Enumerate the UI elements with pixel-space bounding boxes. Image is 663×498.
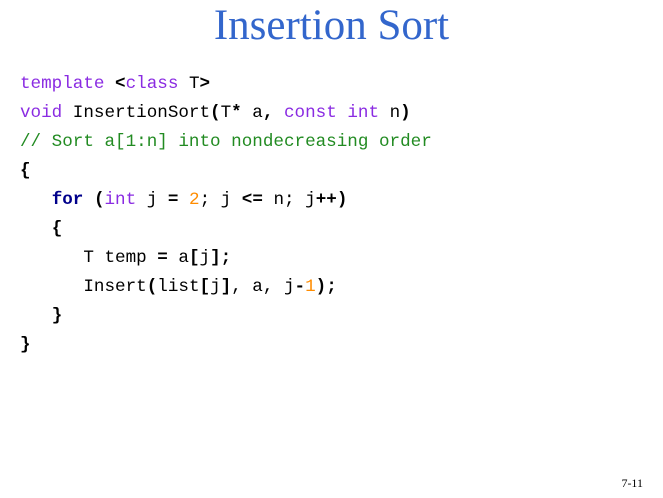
code-token: , a, j bbox=[231, 277, 295, 297]
code-token: = bbox=[167, 190, 179, 210]
code-token: j bbox=[210, 277, 221, 297]
code-token: , bbox=[262, 103, 274, 123]
code-token: a bbox=[241, 103, 263, 123]
code-token: Insert bbox=[20, 277, 147, 297]
code-token: InsertionSort bbox=[62, 103, 211, 123]
code-token: n; j bbox=[262, 190, 316, 210]
code-token: 1 bbox=[305, 277, 316, 297]
code-token: } bbox=[20, 335, 31, 355]
code-token: > bbox=[199, 74, 211, 94]
code-token: j bbox=[199, 248, 211, 268]
code-token: = bbox=[157, 248, 168, 268]
code-line: template <class T> bbox=[20, 70, 650, 99]
code-token: ( bbox=[210, 103, 221, 123]
code-token: - bbox=[294, 277, 306, 297]
code-token: <= bbox=[241, 190, 263, 210]
code-token: template bbox=[20, 74, 116, 94]
code-line: { bbox=[20, 157, 650, 186]
code-token: T bbox=[220, 103, 232, 123]
slide-title: Insertion Sort bbox=[213, 2, 450, 49]
code-line: void InsertionSort(T* a, const int n) bbox=[20, 99, 650, 128]
code-block: template <class T> void InsertionSort(T* … bbox=[20, 70, 650, 360]
code-token: for bbox=[51, 190, 84, 210]
code-token: ( bbox=[93, 190, 105, 210]
code-token: ]; bbox=[210, 248, 232, 268]
code-token: ( bbox=[146, 277, 158, 297]
code-token: list bbox=[157, 277, 200, 297]
code-token: int bbox=[104, 190, 137, 210]
code-token: ++) bbox=[315, 190, 348, 210]
code-token: ); bbox=[315, 277, 337, 297]
code-token: { bbox=[20, 161, 31, 181]
code-token: ] bbox=[220, 277, 232, 297]
code-token: a bbox=[167, 248, 189, 268]
code-line: } bbox=[20, 302, 650, 331]
code-token: * bbox=[231, 103, 242, 123]
code-token: const bbox=[283, 103, 337, 123]
code-token: } bbox=[51, 306, 63, 326]
code-token: T bbox=[178, 74, 200, 94]
code-line: Insert(list[j], a, j-1); bbox=[20, 273, 650, 302]
code-token: { bbox=[51, 219, 63, 239]
code-token: < bbox=[115, 74, 126, 94]
code-token: T temp bbox=[20, 248, 158, 268]
code-token: // Sort a[1:n] into nondecreasing order bbox=[20, 132, 432, 152]
code-token: 2 bbox=[189, 190, 200, 210]
page-number: 7-11 bbox=[621, 476, 643, 490]
code-line: { bbox=[20, 215, 650, 244]
code-token: [ bbox=[199, 277, 211, 297]
code-line: } bbox=[20, 331, 650, 360]
code-line: T temp = a[j]; bbox=[20, 244, 650, 273]
code-token: ; j bbox=[199, 190, 242, 210]
code-line: for (int j = 2; j <= n; j++) bbox=[20, 186, 650, 215]
code-token: [ bbox=[188, 248, 200, 268]
code-token: void bbox=[20, 103, 63, 123]
code-token: j bbox=[136, 190, 168, 210]
code-token: int bbox=[347, 103, 380, 123]
code-token: class bbox=[125, 74, 179, 94]
code-line: // Sort a[1:n] into nondecreasing order bbox=[20, 128, 650, 157]
code-token: ) bbox=[400, 103, 411, 123]
code-token: n bbox=[379, 103, 401, 123]
